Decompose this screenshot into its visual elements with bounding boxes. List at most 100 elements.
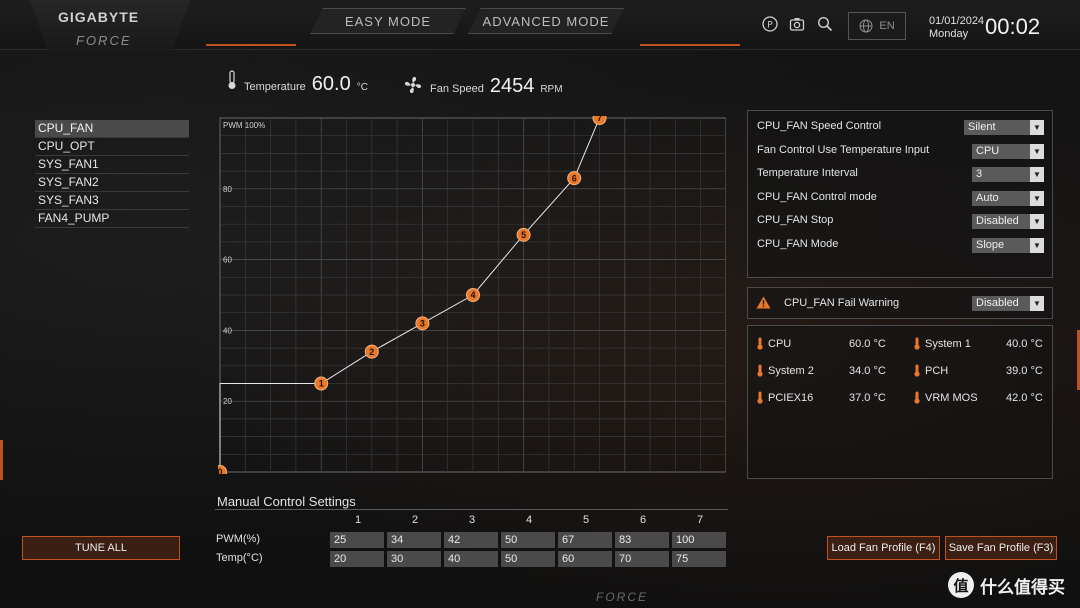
temp-sensor: PCIEX16 — [756, 391, 813, 404]
curve-point-label: 1 — [319, 379, 324, 389]
thermometer-icon — [757, 364, 763, 377]
temp-cell[interactable]: 70 — [615, 551, 669, 567]
pwm-cell[interactable]: 25 — [330, 532, 384, 548]
warning-icon — [756, 296, 771, 309]
fan-curve-chart[interactable]: PWM 100%Temperature 100°C0%,0°C204060802… — [218, 116, 726, 474]
control-value: Slope — [976, 239, 1005, 251]
temperature-readout: Temperature 60.0 °C — [226, 70, 368, 96]
chevron-down-icon: ▼ — [1030, 296, 1044, 311]
date-label: 01/01/2024 — [929, 15, 985, 27]
fan-speed-unit: RPM — [540, 84, 563, 95]
control-label: Temperature Interval — [757, 167, 858, 179]
fan-item-cpu-opt[interactable]: CPU_OPT — [35, 138, 189, 156]
temp-sensor-name: VRM MOS — [925, 391, 978, 404]
manual-column-header: 7 — [696, 514, 704, 526]
pwm-cell[interactable]: 83 — [615, 532, 669, 548]
manual-column-header: 5 — [582, 514, 590, 526]
temp-row-label: Temp(°C) — [216, 552, 263, 564]
temp-sensor: CPU — [756, 337, 791, 350]
control-value: 3 — [976, 168, 983, 180]
temp-sensor-name: PCH — [925, 364, 949, 377]
curve-point-label: 7 — [597, 116, 602, 123]
pwm-cell[interactable]: 100 — [672, 532, 726, 548]
help-icon[interactable]: P — [762, 16, 778, 32]
load-fan-profile-button[interactable]: Load Fan Profile (F4) — [827, 536, 940, 560]
fan-icon — [404, 76, 422, 94]
top-bar: GIGABYTE FORCE EASY MODE ADVANCED MODE P… — [0, 0, 1080, 58]
fail-warning-value: Disabled — [976, 297, 1019, 309]
pwm-cell[interactable]: 34 — [387, 532, 441, 548]
fan-speed-value: 2454 — [489, 75, 535, 97]
y-axis-label: PWM 100% — [223, 121, 265, 130]
fan-item-sys-fan3[interactable]: SYS_FAN3 — [35, 192, 189, 210]
brand-logo: GIGABYTE — [58, 9, 140, 25]
tab-advanced-mode[interactable]: ADVANCED MODE — [468, 8, 624, 34]
control-value: Silent — [968, 121, 996, 133]
chevron-down-icon: ▼ — [1030, 167, 1044, 182]
fan-speed-label: Fan Speed — [430, 83, 484, 95]
time-label: 00:02 — [985, 14, 1041, 39]
curve-point-label: 0 — [218, 467, 223, 474]
temp-cell[interactable]: 30 — [387, 551, 441, 567]
chevron-down-icon: ▼ — [1030, 191, 1044, 206]
temp-sensor: System 2 — [756, 364, 814, 377]
curve-point-label: 6 — [572, 173, 577, 183]
fan-curve-svg[interactable]: PWM 100%Temperature 100°C0%,0°C204060802… — [218, 116, 726, 474]
control-label: CPU_FAN Control mode — [757, 191, 877, 203]
fan-item-sys-fan1[interactable]: SYS_FAN1 — [35, 156, 189, 174]
language-button[interactable]: EN — [848, 12, 906, 40]
language-label: EN — [879, 20, 895, 32]
temp-sensor-value: 40.0 °C — [1006, 338, 1043, 350]
curve-point-label: 3 — [420, 319, 425, 329]
curve-point-label: 5 — [521, 230, 526, 240]
temp-cell[interactable]: 20 — [330, 551, 384, 567]
manual-settings-divider — [215, 509, 728, 510]
fail-warning-dropdown[interactable]: Disabled ▼ — [972, 296, 1044, 311]
control-label: CPU_FAN Speed Control — [757, 120, 882, 132]
control-value: CPU — [976, 145, 1000, 157]
temperature-label: Temperature — [244, 81, 306, 93]
pwm-cell[interactable]: 50 — [501, 532, 555, 548]
temp-sensor-name: PCIEX16 — [768, 391, 814, 404]
brand-sub: FORCE — [76, 33, 132, 48]
control-dropdown[interactable]: CPU ▼ — [972, 144, 1044, 159]
save-fan-profile-button[interactable]: Save Fan Profile (F3) — [945, 536, 1057, 560]
control-dropdown[interactable]: 3 ▼ — [972, 167, 1044, 182]
manual-column-header: 1 — [354, 514, 362, 526]
control-label: Fan Control Use Temperature Input — [757, 144, 930, 156]
pwm-cell[interactable]: 42 — [444, 532, 498, 548]
temp-sensor-value: 37.0 °C — [849, 392, 886, 404]
chevron-down-icon: ▼ — [1030, 144, 1044, 159]
control-dropdown[interactable]: Auto ▼ — [972, 191, 1044, 206]
day-label: Monday — [929, 28, 969, 40]
control-dropdown[interactable]: Disabled ▼ — [972, 214, 1044, 229]
y-tick-label: 60 — [223, 256, 232, 265]
globe-icon — [859, 19, 873, 33]
temp-cell[interactable]: 60 — [558, 551, 612, 567]
search-icon[interactable] — [817, 16, 833, 32]
pwm-cell[interactable]: 67 — [558, 532, 612, 548]
thermometer-icon — [757, 337, 763, 350]
camera-icon[interactable] — [789, 16, 805, 32]
control-label: CPU_FAN Stop — [757, 214, 834, 226]
control-value: Disabled — [976, 215, 1019, 227]
thermometer-icon — [914, 337, 920, 350]
control-dropdown[interactable]: Silent ▼ — [964, 120, 1044, 135]
watermark-logo-icon: 值 — [948, 572, 974, 598]
temp-sensor-value: 60.0 °C — [849, 338, 886, 350]
temp-sensor-name: CPU — [768, 337, 792, 350]
tune-all-button[interactable]: TUNE ALL — [22, 536, 180, 560]
temp-cell[interactable]: 50 — [501, 551, 555, 567]
y-tick-label: 20 — [223, 397, 232, 406]
temp-sensor: PCH — [913, 364, 948, 377]
svg-text:P: P — [767, 21, 773, 31]
tab-easy-mode[interactable]: EASY MODE — [310, 8, 466, 34]
fan-item-fan4-pump[interactable]: FAN4_PUMP — [35, 210, 189, 228]
temp-cell[interactable]: 75 — [672, 551, 726, 567]
temp-cell[interactable]: 40 — [444, 551, 498, 567]
fan-item-sys-fan2[interactable]: SYS_FAN2 — [35, 174, 189, 192]
thermometer-icon — [914, 364, 920, 377]
accent-line — [206, 44, 296, 46]
fan-item-cpu-fan[interactable]: CPU_FAN — [35, 120, 189, 138]
control-dropdown[interactable]: Slope ▼ — [972, 238, 1044, 253]
